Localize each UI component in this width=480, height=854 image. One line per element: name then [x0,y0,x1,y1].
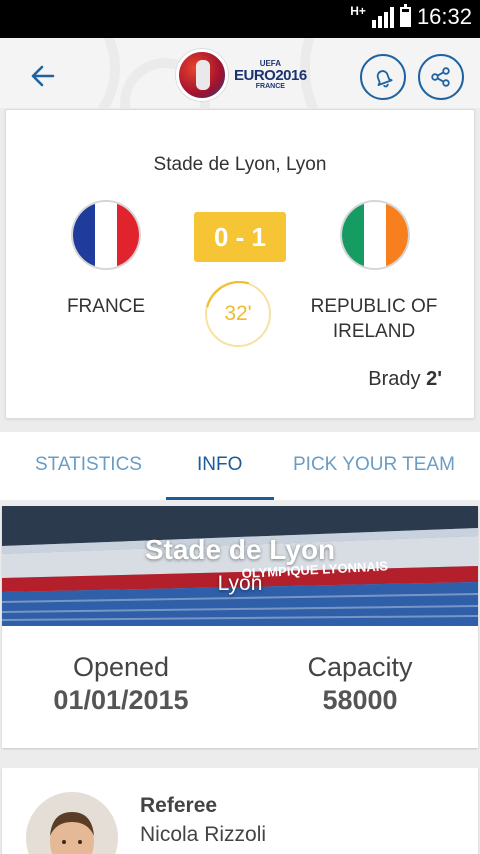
back-arrow-icon [31,65,55,87]
opened-label: Opened [72,652,170,682]
stadium-city: Lyon [217,572,263,595]
logo-france-text: FRANCE [255,83,285,90]
network-type: H+ [350,4,366,18]
stadium-name: Stade de Lyon [144,534,336,565]
away-team-name: REPUBLIC OF IRELAND [292,294,456,344]
home-team-name: FRANCE [66,296,146,317]
clock: 16:32 [416,4,472,29]
away-team-name-line1: REPUBLIC OF [310,296,438,317]
status-bar: H+ 16:32 [0,0,480,38]
active-tab-indicator [166,497,274,500]
euro2016-emblem [176,49,228,101]
away-team-name-line2: IRELAND [332,321,416,342]
stadium-card: OLYMPIQUE LYONNAIS Stade de Lyon Lyon Op… [2,506,478,748]
referee-name: Nicola Rizzoli [140,823,267,846]
match-venue: Stade de Lyon, Lyon [153,154,327,175]
referee-card: Referee Nicola Rizzoli [2,768,478,854]
referee-avatar [26,792,118,854]
tab-pick-your-team[interactable]: PICK YOUR TEAM [293,454,455,476]
notification-button[interactable] [360,54,406,100]
capacity-label: Capacity [307,652,413,682]
tab-statistics[interactable]: STATISTICS [35,454,142,476]
battery-icon [399,4,411,27]
goal-scorer: Brady 2' [368,368,442,391]
stadium-opened: Opened 01/01/2015 [40,652,202,716]
bell-icon [376,70,393,88]
match-card: Stade de Lyon, Lyon FRANCE 0 - 1 32' REP… [6,110,474,418]
match-minute: 32' [205,281,271,347]
share-icon [431,67,450,87]
tab-bar: STATISTICS INFO PICK YOUR TEAM [0,432,480,500]
ireland-flag [342,202,408,268]
euro2016-logo: UEFA EURO2016 FRANCE [176,49,307,101]
opened-value: 01/01/2015 [53,685,189,715]
stadium-capacity: Capacity 58000 [288,652,432,716]
france-flag [73,202,139,268]
app-header: UEFA EURO2016 FRANCE [0,38,480,108]
back-button[interactable] [22,56,62,96]
scorer-minute: 2' [426,368,442,390]
scorer-name: Brady [368,368,421,390]
share-button[interactable] [418,54,464,100]
signal-icon [371,6,394,28]
match-score: 0 - 1 [194,212,286,262]
referee-role: Referee [140,794,218,817]
stadium-image: OLYMPIQUE LYONNAIS Stade de Lyon Lyon [2,506,478,626]
logo-euro-text: EURO2016 [234,67,307,84]
tab-info[interactable]: INFO [197,454,242,476]
capacity-value: 58000 [322,685,398,715]
